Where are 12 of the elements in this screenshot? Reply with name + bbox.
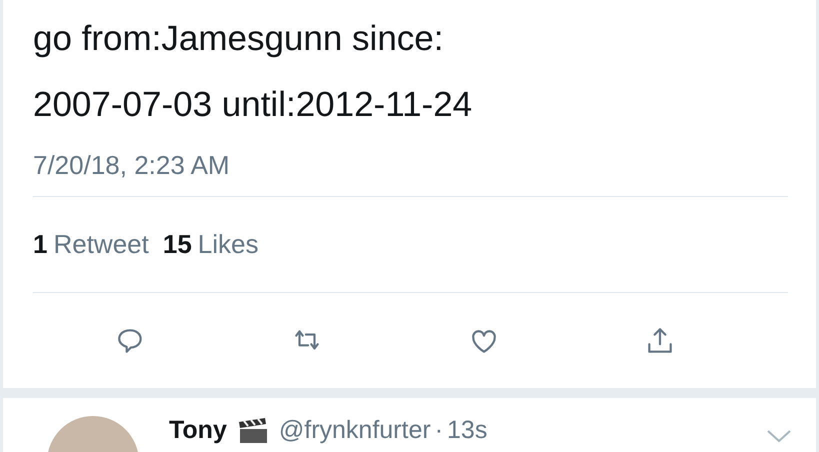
reply-time: 13s: [447, 416, 488, 445]
user-name: Tony: [169, 416, 227, 445]
clapperboard-icon: [236, 418, 269, 444]
stat-count: 1: [33, 229, 48, 260]
tweet-text: 2007-07-03 until:2012-11-24: [33, 84, 474, 126]
separator-dot: ·: [434, 416, 444, 445]
stat-label[interactable]: Retweet: [53, 229, 149, 260]
tweet-text: go from:Jamesgunn since:: [33, 18, 444, 60]
user-handle[interactable]: @frynknfurter: [278, 416, 431, 445]
stat-count: 15: [162, 229, 192, 260]
tweet-timestamp: 7/20/18, 2:23 AM: [33, 150, 231, 182]
stat-label[interactable]: Likes: [198, 229, 258, 260]
